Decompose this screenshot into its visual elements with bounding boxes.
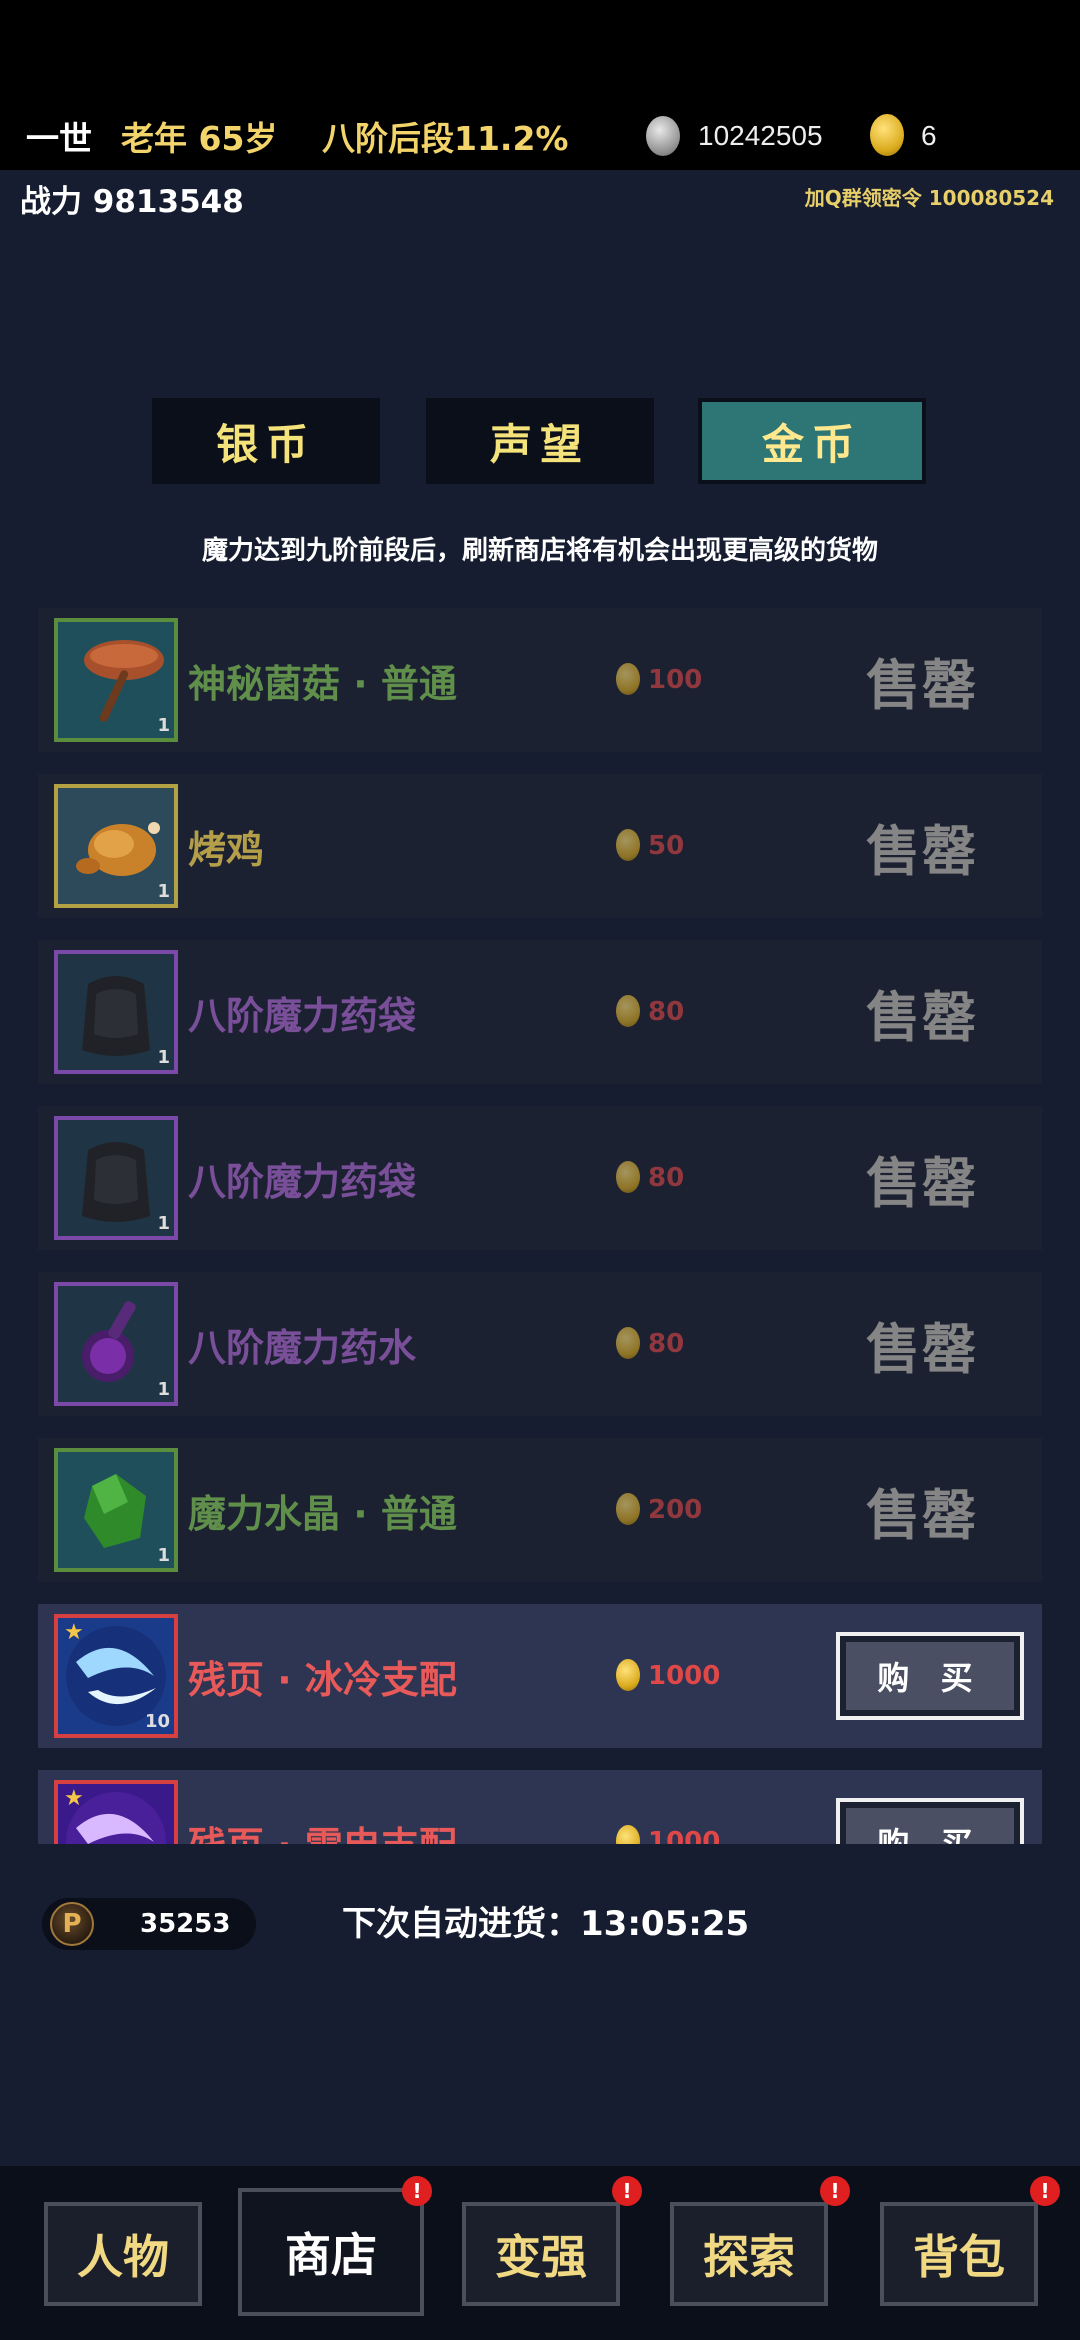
shop-item-row: 1 八阶魔力药水 80 售罄 bbox=[38, 1272, 1042, 1416]
sold-out-label: 售罄 bbox=[866, 819, 978, 883]
shop-item-row: 1 八阶魔力药袋 80 售罄 bbox=[38, 940, 1042, 1084]
item-name: 魔力水晶 · 普通 bbox=[188, 1491, 457, 1536]
qq-group-code[interactable]: 加Q群领密令 100080524 bbox=[805, 182, 1054, 211]
item-price: 100 bbox=[648, 665, 703, 695]
special-currency-amount: 35253 bbox=[140, 1909, 231, 1939]
sold-out-label: 售罄 bbox=[866, 1151, 978, 1215]
mushroom-icon: 1 bbox=[54, 618, 178, 742]
gold-coin-icon bbox=[616, 829, 640, 861]
item-price: 80 bbox=[648, 997, 685, 1027]
shop-item-row: 1 魔力水晶 · 普通 200 售罄 bbox=[38, 1438, 1042, 1582]
crystal-icon: 1 bbox=[54, 1448, 178, 1572]
item-price: 1000 bbox=[648, 1827, 721, 1844]
gold-coin-icon bbox=[616, 995, 640, 1027]
item-name: 八阶魔力药袋 bbox=[188, 1159, 417, 1204]
gold-amount: 6 bbox=[921, 120, 937, 151]
silver-coin-icon bbox=[646, 116, 680, 156]
gold-coin-icon bbox=[616, 1659, 640, 1691]
tab-silver[interactable]: 银币 bbox=[152, 398, 380, 484]
notification-badge: ! bbox=[402, 2176, 432, 2206]
shop-item-list[interactable]: 1 神秘菌菇 · 普通 100 售罄 1 烤鸡 50 售罄 1 八阶魔力药袋 8… bbox=[38, 608, 1042, 1844]
gold-coin-icon bbox=[870, 114, 904, 156]
tab-reputation[interactable]: 声望 bbox=[426, 398, 654, 484]
currency-tabs: 银币 声望 金币 bbox=[152, 398, 930, 484]
item-price: 200 bbox=[648, 1495, 703, 1525]
roast-chicken-icon: 1 bbox=[54, 784, 178, 908]
silver-amount: 10242505 bbox=[698, 120, 823, 151]
item-name: 八阶魔力药袋 bbox=[188, 993, 417, 1038]
notification-badge: ! bbox=[820, 2176, 850, 2206]
gold-coin-icon bbox=[616, 1493, 640, 1525]
star-icon: ★ bbox=[64, 1786, 84, 1811]
age-label: 老年 65岁 bbox=[121, 119, 278, 158]
rune-coin-icon: P bbox=[50, 1902, 94, 1946]
gold-coin-icon bbox=[616, 1327, 640, 1359]
item-name: 烤鸡 bbox=[188, 827, 265, 872]
skill-page-icon: ★ 10 bbox=[54, 1614, 178, 1738]
restock-timer: 下次自动进货：13:05:25 bbox=[342, 1904, 750, 1944]
combat-power: 战力 9813548 bbox=[20, 184, 244, 220]
potion-bag-icon: 1 bbox=[54, 1116, 178, 1240]
gold-coin-icon bbox=[616, 663, 640, 695]
special-currency-pill: P 35253 bbox=[42, 1898, 256, 1950]
item-price: 80 bbox=[648, 1163, 685, 1193]
notification-badge: ! bbox=[612, 2176, 642, 2206]
item-name: 神秘菌菇 · 普通 bbox=[188, 661, 457, 706]
nav-backpack[interactable]: 背包 bbox=[880, 2202, 1038, 2306]
shop-item-row: ★ 10 残页 · 冰冷支配 1000 购 买 bbox=[38, 1604, 1042, 1748]
shop-item-row: ★ 残页 · 雷电支配 1000 购 买 bbox=[38, 1770, 1042, 1844]
nav-explore[interactable]: 探索 bbox=[670, 2202, 828, 2306]
item-price: 80 bbox=[648, 1329, 685, 1359]
life-label: 一世 bbox=[26, 119, 92, 158]
shop-item-row: 1 八阶魔力药袋 80 售罄 bbox=[38, 1106, 1042, 1250]
star-icon: ★ bbox=[64, 1620, 84, 1645]
sold-out-label: 售罄 bbox=[866, 985, 978, 1049]
item-name: 残页 · 雷电支配 bbox=[188, 1770, 457, 1845]
gold-coin-icon bbox=[616, 1825, 640, 1844]
item-name: 八阶魔力药水 bbox=[188, 1325, 417, 1370]
skill-page-icon: ★ bbox=[54, 1780, 178, 1844]
gold-coin-icon bbox=[616, 1161, 640, 1193]
item-price: 1000 bbox=[648, 1661, 721, 1691]
buy-button[interactable]: 购 买 bbox=[836, 1798, 1024, 1844]
sold-out-label: 售罄 bbox=[866, 1317, 978, 1381]
sold-out-label: 售罄 bbox=[866, 1483, 978, 1547]
tab-gold[interactable]: 金币 bbox=[698, 398, 926, 484]
shop-notice: 魔力达到九阶前段后，刷新商店将有机会出现更高级的货物 bbox=[201, 536, 878, 566]
item-name: 残页 · 冰冷支配 bbox=[188, 1657, 457, 1702]
item-price: 50 bbox=[648, 831, 685, 861]
potion-icon: 1 bbox=[54, 1282, 178, 1406]
nav-character[interactable]: 人物 bbox=[44, 2202, 202, 2306]
bottom-nav: 人物 商店 ! 变强 ! 探索 ! 背包 ! bbox=[0, 2166, 1080, 2340]
nav-shop[interactable]: 商店 bbox=[238, 2188, 424, 2316]
potion-bag-icon: 1 bbox=[54, 950, 178, 1074]
shop-item-row: 1 神秘菌菇 · 普通 100 售罄 bbox=[38, 608, 1042, 752]
buy-button[interactable]: 购 买 bbox=[836, 1632, 1024, 1720]
notification-badge: ! bbox=[1030, 2176, 1060, 2206]
nav-strengthen[interactable]: 变强 bbox=[462, 2202, 620, 2306]
sold-out-label: 售罄 bbox=[866, 653, 978, 717]
shop-item-row: 1 烤鸡 50 售罄 bbox=[38, 774, 1042, 918]
stage-progress-label: 八阶后段11.2% bbox=[322, 119, 569, 158]
